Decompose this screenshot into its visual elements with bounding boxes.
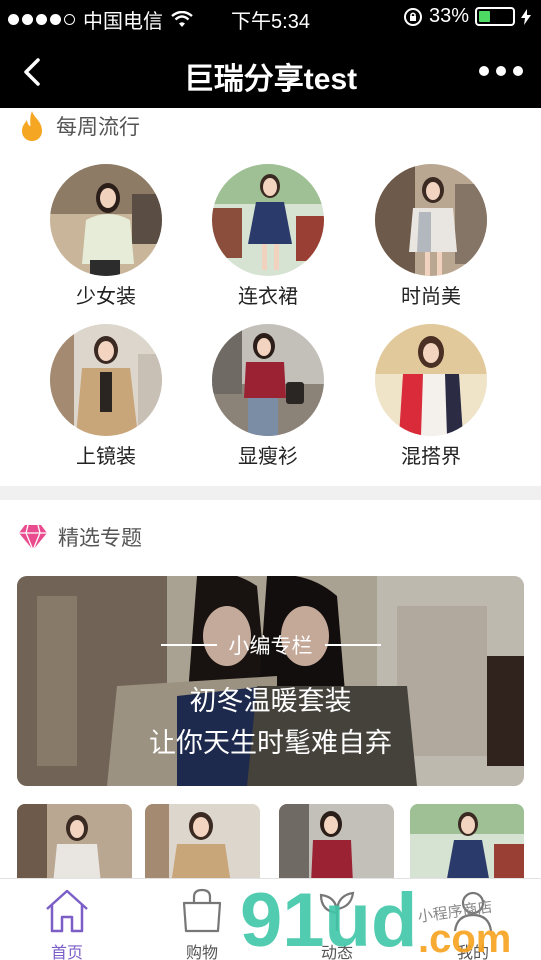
banner-headline: 初冬温暖套装 xyxy=(189,686,352,716)
topics-title: 精选专题 xyxy=(58,527,142,550)
topic-banner[interactable]: 小编专栏 初冬温暖套装 让你天生时髦难自弃 xyxy=(17,576,524,786)
weekly-item-photo xyxy=(212,164,324,276)
section-divider xyxy=(0,486,541,500)
diamond-icon xyxy=(19,524,47,551)
weekly-item[interactable]: 混搭界 xyxy=(375,324,487,469)
status-right: 33% xyxy=(403,5,531,28)
weekly-item[interactable]: 时尚美 xyxy=(375,164,487,309)
svg-text:91ud: 91ud xyxy=(240,884,417,960)
weekly-item-label: 少女装 xyxy=(76,286,136,308)
battery-icon xyxy=(475,7,515,26)
weekly-item-photo xyxy=(375,324,487,436)
weekly-item-label: 显瘦衫 xyxy=(238,446,298,468)
bag-icon xyxy=(182,888,222,933)
banner-tag: 小编专栏 xyxy=(17,630,524,660)
battery-percent: 33% xyxy=(428,5,469,27)
banner-overlay: 小编专栏 初冬温暖套装 让你天生时髦难自弃 xyxy=(17,576,524,786)
rotation-lock-icon xyxy=(403,7,422,26)
nav-bar: 巨瑞分享test xyxy=(0,36,541,108)
topic-thumbnail[interactable] xyxy=(410,804,524,884)
weekly-item[interactable]: 少女装 xyxy=(50,164,162,309)
tab-label: 购物 xyxy=(185,945,218,960)
banner-tag-line xyxy=(160,644,217,646)
topic-thumbnail[interactable] xyxy=(279,804,394,884)
banner-tag-label: 小编专栏 xyxy=(228,635,313,658)
weekly-item-label: 上镜装 xyxy=(76,446,136,468)
battery-fill xyxy=(479,11,490,22)
weekly-item-label: 时尚美 xyxy=(401,286,461,308)
weekly-item-label: 连衣裙 xyxy=(238,286,298,308)
topic-thumbnail[interactable] xyxy=(17,804,132,884)
topic-thumbnail[interactable] xyxy=(145,804,260,884)
tab-home[interactable]: 首页 xyxy=(17,887,117,960)
status-bar: 中国电信 下午5:34 33% xyxy=(0,0,541,36)
weekly-item[interactable]: 上镜装 xyxy=(50,324,162,469)
app-screen: 中国电信 下午5:34 33% 巨瑞分享test 每周流行 少女装 连衣裙 时尚… xyxy=(0,0,541,960)
watermark-logo: 91ud .com 小程序商店 xyxy=(240,884,511,960)
tab-label: 首页 xyxy=(50,945,83,960)
more-icon[interactable] xyxy=(479,60,523,82)
charging-icon xyxy=(521,8,531,25)
weekly-item-photo xyxy=(50,324,162,436)
home-icon xyxy=(46,889,88,933)
weekly-item-label: 混搭界 xyxy=(401,446,461,468)
tab-shopping[interactable]: 购物 xyxy=(152,887,252,960)
topics-header: 精选专题 xyxy=(18,522,142,552)
weekly-item[interactable]: 显瘦衫 xyxy=(212,324,324,469)
weekly-item-photo xyxy=(50,164,162,276)
weekly-header: 每周流行 xyxy=(18,110,140,142)
weekly-item-photo xyxy=(212,324,324,436)
weekly-title: 每周流行 xyxy=(56,116,140,139)
weekly-item-photo xyxy=(375,164,487,276)
banner-subheadline: 让你天生时髦难自弃 xyxy=(149,728,392,758)
weekly-item[interactable]: 连衣裙 xyxy=(212,164,324,309)
page-title: 巨瑞分享test xyxy=(183,63,358,96)
banner-tag-line xyxy=(324,644,381,646)
fire-icon xyxy=(22,111,42,141)
